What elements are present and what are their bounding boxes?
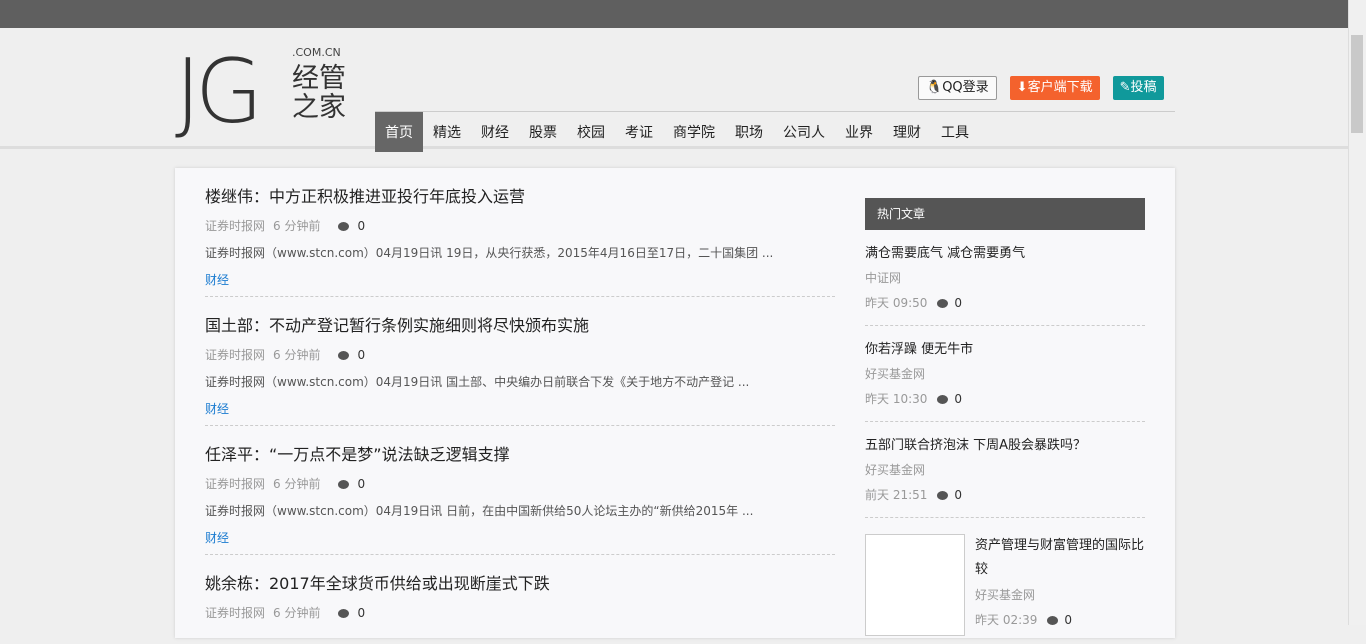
- logo-mark: JG: [175, 40, 263, 143]
- nav-item[interactable]: 精选: [423, 112, 471, 152]
- sidebar-title: 热门文章: [865, 198, 1145, 230]
- nav-item[interactable]: 理财: [883, 112, 931, 152]
- comment-count: 0: [954, 488, 963, 502]
- article-time: 6 分钟前: [273, 606, 321, 620]
- hot-article-item: 五部门联合挤泡沫 下周A股会暴跌吗？ 好买基金网 前天 21:51 0: [865, 422, 1145, 518]
- nav-item[interactable]: 职场: [725, 112, 773, 152]
- comment-icon: [937, 491, 949, 500]
- comment-icon: [1047, 616, 1059, 625]
- article-category-link[interactable]: 财经: [205, 400, 835, 417]
- header: JG .COM.CN 经管之家 🐧QQ登录 ⬇客户端下载 ✎投稿 首页 精选 财…: [0, 28, 1366, 152]
- hot-article-source: 好买基金网: [865, 367, 926, 381]
- article-category-link[interactable]: 财经: [205, 271, 835, 288]
- nav-item[interactable]: 工具: [931, 112, 979, 152]
- article-title[interactable]: 国土部：不动产登记暂行条例实施细则将尽快颁布实施: [205, 312, 835, 336]
- hot-article-title[interactable]: 满仓需要底气 减仓需要勇气: [865, 242, 1145, 261]
- article-excerpt: 证券时报网（www.stcn.com）04月19日讯 19日，从央行获悉，201…: [205, 246, 774, 260]
- comment-icon: [338, 609, 350, 618]
- qq-login-button[interactable]: 🐧QQ登录: [918, 76, 997, 100]
- comment-count: 0: [357, 219, 366, 233]
- article-time: 6 分钟前: [273, 477, 321, 491]
- comment-icon: [338, 351, 350, 360]
- top-bar: [0, 0, 1366, 28]
- article-category-link[interactable]: 财经: [205, 529, 835, 546]
- article-title[interactable]: 任泽平：“一万点不是梦”说法缺乏逻辑支撑: [205, 441, 835, 465]
- scrollbar[interactable]: [1348, 0, 1366, 625]
- logo-name: 经管之家: [292, 63, 346, 123]
- comment-icon: [937, 299, 949, 308]
- download-label: 客户端下载: [1027, 80, 1093, 95]
- hot-article-title[interactable]: 你若浮躁 便无牛市: [865, 338, 1145, 357]
- comment-icon: [937, 395, 949, 404]
- article-excerpt: 证券时报网（www.stcn.com）04月19日讯 日前，在由中国新供给50人…: [205, 504, 754, 518]
- content-panel: 楼继伟：中方正积极推进亚投行年底投入运营 证券时报网 6 分钟前 0 证券时报网（w…: [175, 168, 1175, 638]
- article-source: 证券时报网: [205, 477, 266, 491]
- nav-item[interactable]: 考证: [615, 112, 663, 152]
- submit-button[interactable]: ✎投稿: [1112, 76, 1164, 100]
- qq-icon: 🐧: [926, 80, 943, 95]
- hot-article-time: 昨天 10:30: [865, 392, 928, 406]
- comment-count: 0: [954, 296, 963, 310]
- article-source: 证券时报网: [205, 606, 266, 620]
- nav-item[interactable]: 业界: [835, 112, 883, 152]
- download-button[interactable]: ⬇客户端下载: [1009, 76, 1100, 100]
- hot-article-item: 资产管理与财富管理的国际比较 好买基金网 昨天 02:39 0: [865, 534, 1145, 644]
- nav-item[interactable]: 股票: [519, 112, 567, 152]
- article-source: 证券时报网: [205, 348, 266, 362]
- article-source: 证券时报网: [205, 219, 266, 233]
- hot-article-source: 中证网: [865, 271, 902, 285]
- hot-article-source: 好买基金网: [865, 463, 926, 477]
- article-time: 6 分钟前: [273, 348, 321, 362]
- article-excerpt: 证券时报网（www.stcn.com）04月19日讯 国土部、中央编办日前联合下…: [205, 375, 750, 389]
- comment-count: 0: [357, 348, 366, 362]
- article-item: 任泽平：“一万点不是梦”说法缺乏逻辑支撑 证券时报网 6 分钟前 0 证券时报网（w…: [205, 441, 835, 546]
- nav-item[interactable]: 校园: [567, 112, 615, 152]
- hot-article-item: 满仓需要底气 减仓需要勇气 中证网 昨天 09:50 0: [865, 230, 1145, 326]
- article-item: 楼继伟：中方正积极推进亚投行年底投入运营 证券时报网 6 分钟前 0 证券时报网（w…: [205, 183, 835, 288]
- main-nav: 首页 精选 财经 股票 校园 考证 商学院 职场 公司人 业界 理财 工具: [375, 112, 979, 152]
- article-thumbnail[interactable]: [865, 534, 965, 636]
- comment-count: 0: [954, 392, 963, 406]
- comment-count: 0: [357, 477, 366, 491]
- nav-item[interactable]: 商学院: [663, 112, 725, 152]
- logo[interactable]: JG .COM.CN 经管之家: [175, 40, 350, 143]
- pencil-icon: ✎: [1119, 80, 1131, 95]
- hot-article-time: 昨天 09:50: [865, 296, 928, 310]
- divider: [205, 296, 835, 297]
- logo-domain: .COM.CN: [292, 46, 341, 59]
- hot-articles-sidebar: 热门文章 满仓需要底气 减仓需要勇气 中证网 昨天 09:50 0 你若浮躁 便无…: [865, 198, 1145, 644]
- article-item: 国土部：不动产登记暂行条例实施细则将尽快颁布实施 证券时报网 6 分钟前 0 证券时…: [205, 312, 835, 417]
- divider: [205, 554, 835, 555]
- nav-item[interactable]: 公司人: [773, 112, 835, 152]
- qq-login-label: QQ登录: [942, 80, 989, 95]
- hot-article-title[interactable]: 资产管理与财富管理的国际比较: [975, 534, 1145, 582]
- comment-count: 0: [357, 606, 366, 620]
- submit-label: 投稿: [1130, 80, 1157, 95]
- article-title[interactable]: 姚余栋：2017年全球货币供给或出现断崖式下跌: [205, 570, 835, 594]
- article-time: 6 分钟前: [273, 219, 321, 233]
- download-icon: ⬇: [1016, 80, 1028, 95]
- comment-icon: [338, 222, 350, 231]
- scrollbar-thumb[interactable]: [1351, 35, 1363, 133]
- hot-article-item: 你若浮躁 便无牛市 好买基金网 昨天 10:30 0: [865, 326, 1145, 422]
- nav-item[interactable]: 首页: [375, 112, 423, 152]
- article-item: 姚余栋：2017年全球货币供给或出现断崖式下跌 证券时报网 6 分钟前 0: [205, 570, 835, 621]
- nav-item[interactable]: 财经: [471, 112, 519, 152]
- hot-article-title[interactable]: 五部门联合挤泡沫 下周A股会暴跌吗？: [865, 434, 1145, 453]
- divider: [205, 425, 835, 426]
- hot-article-source: 好买基金网: [975, 588, 1036, 602]
- hot-article-time: 前天 21:51: [865, 488, 928, 502]
- article-title[interactable]: 楼继伟：中方正积极推进亚投行年底投入运营: [205, 183, 835, 207]
- comment-icon: [338, 480, 350, 489]
